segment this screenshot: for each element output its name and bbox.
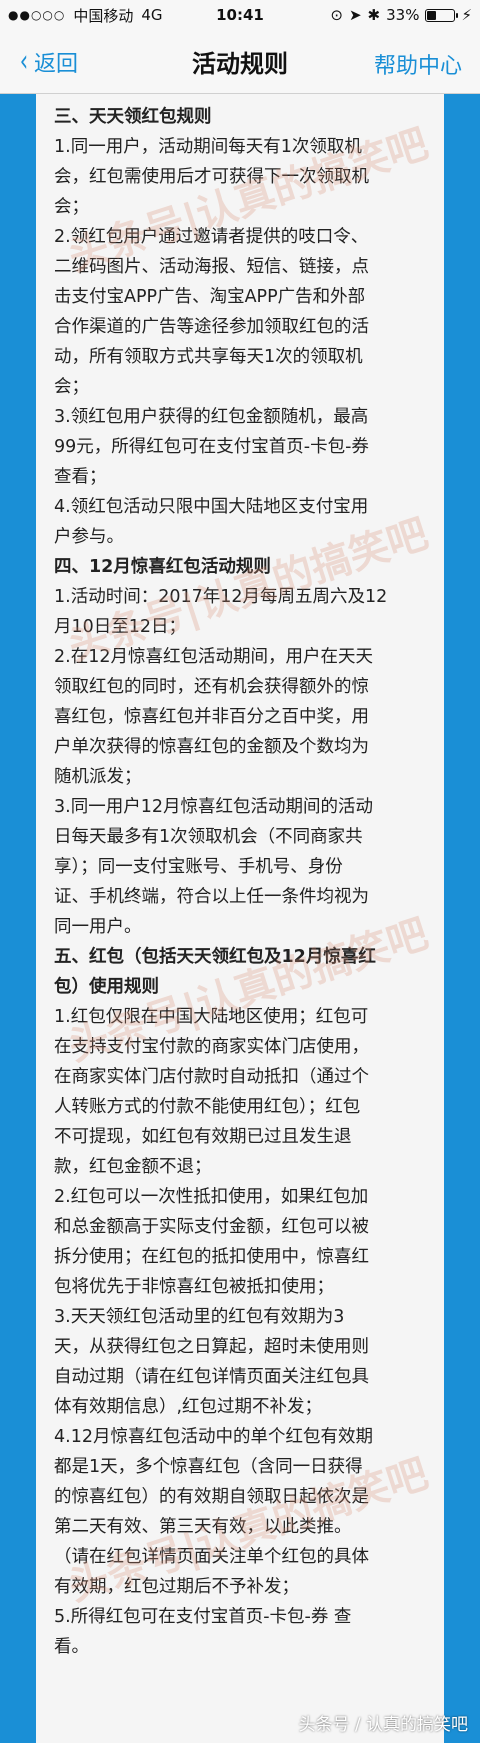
rule-text-line: 会；: [54, 377, 89, 397]
rule-text-line: 都是1天，多个惊喜红包（含同一日获得: [54, 1457, 363, 1477]
location-icon: ➤: [348, 6, 362, 24]
rule-text-line: 会；: [54, 197, 89, 217]
rule-text-line: 月10日至12日；: [54, 617, 187, 637]
chevron-left-icon: ‹: [19, 44, 29, 79]
rule-text-line: 看。: [54, 1637, 89, 1657]
charging-icon: ⚡: [461, 6, 472, 24]
section-heading: 五、红包（包括天天领红包及12月惊喜红: [54, 947, 376, 967]
bluetooth-icon: ✱: [367, 6, 381, 24]
rule-text-line: 天，从获得红包之日算起，超时未使用则: [54, 1337, 369, 1357]
rule-text-line: 合作渠道的广告等途径参加领取红包的活: [54, 317, 369, 337]
rule-text-line: 99元，所得红包可在支付宝首页-卡包-券: [54, 437, 369, 457]
rule-text-line: 随机派发；: [54, 767, 142, 787]
rule-text-line: 2.领红包用户通过邀请者提供的吱口令、: [54, 227, 369, 247]
rule-text-line: 证、手机终端，符合以上任一条件均视为: [54, 887, 369, 907]
battery-icon: [425, 8, 459, 22]
rule-text-line: 日每天最多有1次领取机会（不同商家共: [54, 827, 363, 847]
rule-text-line: 款，红包金额不退；: [54, 1157, 212, 1177]
rule-text-line: 3.领红包用户获得的红包金额随机，最高: [54, 407, 369, 427]
carrier-name: 中国移动: [73, 6, 134, 25]
rule-text-line: 同一用户。: [54, 917, 142, 937]
rule-text-line: 4.领红包活动只限中国大陆地区支付宝用: [54, 497, 369, 517]
rule-text-line: 5.所得红包可在支付宝首页-卡包-券 查: [54, 1607, 352, 1627]
rule-text-line: 拆分使用；在红包的抵扣使用中，惊喜红: [54, 1247, 369, 1267]
rule-text-line: 自动过期（请在红包详情页面关注红包具: [54, 1367, 369, 1387]
navigation-bar: ‹ 返回 活动规则 帮助中心: [0, 30, 480, 94]
rule-text-line: 享）；同一支付宝账号、手机号、身份: [54, 857, 343, 877]
network-type: 4G: [141, 6, 163, 24]
back-label: 返回: [34, 52, 79, 77]
rule-text-line: 二维码图片、活动海报、短信、链接，点: [54, 257, 369, 277]
rule-text-line: 1.红包仅限在中国大陆地区使用；红包可: [54, 1007, 369, 1027]
rule-text-line: 的惊喜红包）的有效期自领取日起依次是: [54, 1487, 369, 1507]
rule-text-line: 2.在12月惊喜红包活动期间，用户在天天: [54, 647, 373, 667]
rule-text-line: 领取红包的同时，还有机会获得额外的惊: [54, 677, 369, 697]
rule-text-line: 第二天有效、第三天有效，以此类推。: [54, 1517, 352, 1537]
rule-text-line: 查看；: [54, 467, 107, 487]
battery-level: [427, 10, 437, 20]
rules-content[interactable]: 三、天天领红包规则 1.同一用户，活动期间每天有1次领取机 会，红包需使用后才可获得…: [36, 94, 444, 1743]
rule-text-line: 1.同一用户，活动期间每天有1次领取机: [54, 137, 362, 157]
rule-text-line: 体有效期信息）,红包过期不补发；: [54, 1397, 323, 1417]
rule-text-line: 人转账方式的付款不能使用红包）；红包: [54, 1097, 361, 1117]
rule-text-line: 4.12月惊喜红包活动中的单个红包有效期: [54, 1427, 373, 1447]
rule-text-line: 3.天天领红包活动里的红包有效期为3: [54, 1307, 345, 1327]
rule-text-line: 在支持支付宝付款的商家实体门店使用，: [54, 1037, 369, 1057]
rule-text-line: 户参与。: [54, 527, 124, 547]
signal-strength-icon: ●●○○○: [8, 8, 66, 22]
rule-text-line: 包将优先于非惊喜红包被抵扣使用；: [54, 1277, 334, 1297]
status-bar: ●●○○○ 中国移动 4G 10:41 ⊙ ➤ ✱ 33% ⚡: [0, 0, 480, 30]
battery-percent: 33%: [386, 6, 420, 24]
footer-credit: 头条号 / 认真的搞笑吧: [298, 1715, 468, 1735]
rule-text-line: 1.活动时间：2017年12月每周五周六及12: [54, 587, 388, 607]
section-heading: 四、12月惊喜红包活动规则: [54, 557, 271, 577]
rule-text-line: 户单次获得的惊喜红包的金额及个数均为: [54, 737, 369, 757]
help-center-link[interactable]: 帮助中心: [374, 48, 462, 80]
rule-text-line: 会，红包需使用后才可获得下一次领取机: [54, 167, 369, 187]
rule-text-line: 不可提现，如红包有效期已过且发生退: [54, 1127, 352, 1147]
rule-text-line: 击支付宝APP广告、淘宝APP广告和外部: [54, 287, 366, 307]
section-heading: 三、天天领红包规则: [54, 107, 212, 127]
rule-text-line: 2.红包可以一次性抵扣使用，如果红包加: [54, 1187, 369, 1207]
status-left: ●●○○○ 中国移动 4G: [8, 5, 163, 26]
status-right: ⊙ ➤ ✱ 33% ⚡: [330, 6, 472, 24]
rule-text-line: 3.同一用户12月惊喜红包活动期间的活动: [54, 797, 373, 817]
rule-text-line: 喜红包，惊喜红包并非百分之百中奖，用: [54, 707, 369, 727]
rule-text-line: 有效期，红包过期后不予补发；: [54, 1577, 299, 1597]
section-heading: 包）使用规则: [54, 977, 159, 997]
page-title: 活动规则: [192, 50, 288, 78]
rule-text-line: （请在红包详情页面关注单个红包的具体: [54, 1547, 369, 1567]
back-button[interactable]: ‹ 返回: [18, 46, 78, 78]
rule-text-line: 在商家实体门店付款时自动抵扣（通过个: [54, 1067, 369, 1087]
rule-text-line: 动，所有领取方式共享每天1次的领取机: [54, 347, 363, 367]
rotation-lock-icon: ⊙: [330, 6, 343, 24]
rule-text-line: 和总金额高于实际支付金额，红包可以被: [54, 1217, 369, 1237]
